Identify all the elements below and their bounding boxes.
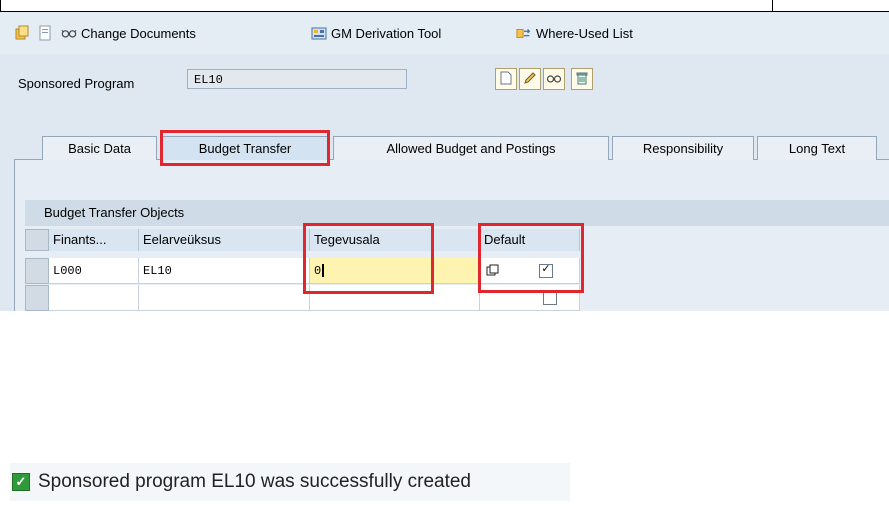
table-cell-finants[interactable] <box>49 285 139 311</box>
table-cell-eelarveuksus[interactable]: EL10 <box>139 258 310 284</box>
display-button[interactable] <box>543 68 565 90</box>
where-used-icon <box>516 25 532 41</box>
column-header-finants[interactable]: Finants... <box>49 229 139 251</box>
highlight-default-column <box>478 223 584 293</box>
change-documents-label: Change Documents <box>81 25 196 41</box>
status-bar: ✓ Sponsored program EL10 was successfull… <box>10 463 570 501</box>
document-icon <box>37 25 53 41</box>
tab-allowed-budget-label: Allowed Budget and Postings <box>386 141 556 156</box>
copy-multi-icon <box>14 25 30 41</box>
column-header-eelarveuksus[interactable]: Eelarveüksus <box>139 229 310 251</box>
gm-derivation-tool-button[interactable]: GM Derivation Tool <box>311 24 441 42</box>
glasses-icon <box>546 72 562 87</box>
highlight-tegevusala-column <box>303 223 434 294</box>
tab-long-text-label: Long Text <box>788 141 846 156</box>
trash-icon <box>575 71 589 88</box>
derivation-tool-icon <box>311 25 327 41</box>
tab-basic-data[interactable]: Basic Data <box>42 136 157 160</box>
tab-responsibility[interactable]: Responsibility <box>612 136 754 160</box>
where-used-list-button[interactable]: Where-Used List <box>516 24 633 42</box>
change-button[interactable] <box>519 68 541 90</box>
sponsored-program-field[interactable]: EL10 <box>187 69 407 89</box>
tab-basic-data-label: Basic Data <box>68 141 131 156</box>
create-button[interactable] <box>495 68 517 90</box>
success-check-icon: ✓ <box>12 473 30 491</box>
glasses-icon <box>61 25 77 41</box>
where-used-list-label: Where-Used List <box>536 25 633 41</box>
delete-button[interactable] <box>571 68 593 90</box>
pencil-icon <box>523 71 537 88</box>
row-selector[interactable] <box>25 285 49 311</box>
change-documents-button[interactable]: Change Documents <box>61 24 196 42</box>
tab-allowed-budget-and-postings[interactable]: Allowed Budget and Postings <box>333 136 609 160</box>
sponsored-program-label: Sponsored Program <box>18 76 135 91</box>
copy-button[interactable] <box>14 24 30 42</box>
row-selector[interactable] <box>25 258 49 284</box>
highlight-budget-transfer-tab <box>160 130 330 166</box>
status-message: Sponsored program EL10 was successfully … <box>38 471 472 492</box>
gm-derivation-tool-label: GM Derivation Tool <box>331 25 442 41</box>
tab-long-text[interactable]: Long Text <box>757 136 877 160</box>
table-cell-finants[interactable]: L000 <box>49 258 139 284</box>
new-document-icon <box>500 71 512 88</box>
document-button[interactable] <box>37 24 53 42</box>
select-all-corner[interactable] <box>25 229 49 251</box>
table-title: Budget Transfer Objects <box>44 205 185 220</box>
table-cell-eelarveuksus[interactable] <box>139 285 310 311</box>
tab-responsibility-label: Responsibility <box>642 141 724 156</box>
